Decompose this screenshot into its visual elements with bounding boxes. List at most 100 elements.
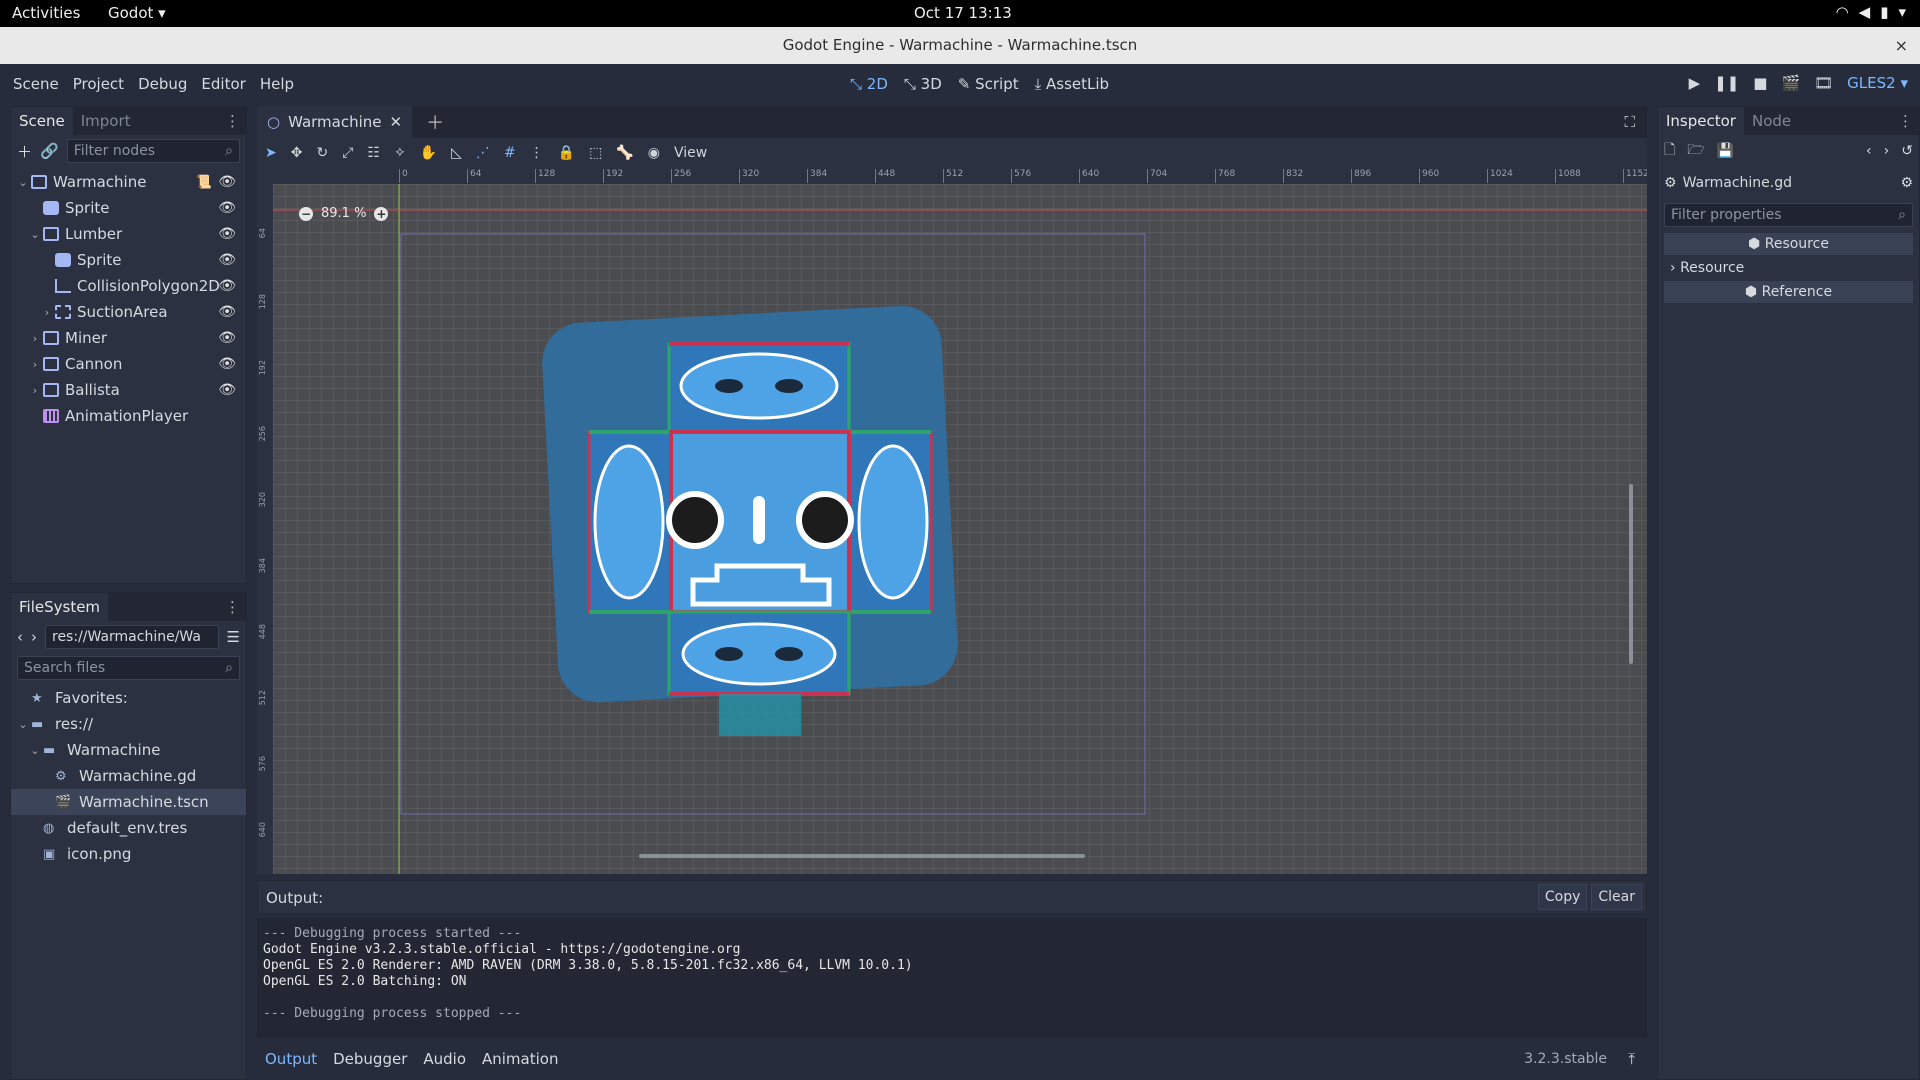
dock-menu-icon[interactable]: ⋮ [1898,112,1919,130]
tab-audio[interactable]: Audio [423,1050,466,1068]
history-forward-icon[interactable]: › [1884,143,1890,159]
inspector-section-header[interactable]: ⬢ Reference [1664,281,1913,303]
copy-button[interactable]: Copy [1537,884,1588,910]
smart-snap-icon[interactable]: ⋰ [476,145,490,161]
file-item[interactable]: 🎬 Warmachine.tscn [11,789,246,815]
visibility-eye-icon[interactable]: 👁 [218,382,236,398]
rotate-tool-icon[interactable]: ↻ [316,145,328,161]
search-files-input[interactable] [24,660,226,676]
history-icon[interactable]: ↺ [1901,143,1913,159]
dock-menu-icon[interactable]: ⋮ [225,112,246,130]
list-select-icon[interactable]: ☷ [367,145,380,161]
menu-scene[interactable]: Scene [6,75,66,93]
zoom-out-button[interactable]: − [299,206,313,221]
add-tab-icon[interactable]: ＋ [426,109,444,135]
renderer-select[interactable]: GLES2 ▾ [1847,74,1908,92]
filter-properties-field[interactable]: ⌕ [1664,203,1913,227]
new-resource-icon[interactable]: 🗋 [1664,139,1675,163]
output-log[interactable]: --- Debugging process started --- Godot E… [257,918,1647,1038]
view-menu[interactable]: View [674,145,707,161]
forward-icon[interactable]: › [31,628,37,646]
scene-node[interactable]: AnimationPlayer [11,403,246,429]
visibility-eye-icon[interactable]: 👁 [218,304,236,320]
grid-snap-icon[interactable]: # [504,145,516,161]
inspector-section-header[interactable]: ⬢ Resource [1664,233,1913,255]
add-node-icon[interactable]: ＋ [17,141,32,162]
mode-3d-button[interactable]: ⤡ 3D [904,75,942,93]
file-item[interactable]: ⌄ ▬ Warmachine [11,737,246,763]
back-icon[interactable]: ‹ [17,628,23,646]
expand-panel-icon[interactable]: ⤒ [1628,1050,1635,1068]
mode-2d-button[interactable]: ⤡ 2D [850,75,888,93]
menu-project[interactable]: Project [66,75,131,93]
scale-tool-icon[interactable]: ⤢ [342,145,353,161]
play-scene-icon[interactable]: 🎬 [1781,74,1800,92]
canvas-grid[interactable]: ✥ − 89.1 % + [273,184,1647,874]
scene-node[interactable]: Sprite 👁 [11,247,246,273]
search-files-field[interactable]: ⌕ [17,656,240,680]
visibility-eye-icon[interactable]: 👁 [218,174,236,190]
inspected-object-name[interactable]: Warmachine.gd [1683,175,1792,191]
toggle-split-icon[interactable]: ☰ [227,628,240,646]
scene-node[interactable]: › Ballista 👁 [11,377,246,403]
expand-arrow-icon[interactable]: ⌄ [17,718,29,731]
expand-arrow-icon[interactable]: ⌄ [29,228,41,241]
distraction-free-icon[interactable]: ⛶ [1624,113,1647,131]
inspector-property[interactable]: › Resource [1664,257,1913,279]
instance-scene-icon[interactable]: 🔗 [40,142,59,160]
dock-menu-icon[interactable]: ⋮ [225,598,246,616]
visibility-eye-icon[interactable]: 👁 [218,226,236,242]
file-item[interactable]: ◍ default_env.tres [11,815,246,841]
tab-scene[interactable]: Scene [11,107,73,135]
scene-node[interactable]: Sprite 👁 [11,195,246,221]
clock[interactable]: Oct 17 13:13 [914,4,1012,22]
expand-arrow-icon[interactable]: › [41,306,53,319]
menu-editor[interactable]: Editor [194,75,252,93]
move-tool-icon[interactable]: ✥ [291,145,303,161]
play-icon[interactable]: ▶ [1689,74,1701,92]
save-resource-icon[interactable]: 💾 [1717,143,1734,159]
group-icon[interactable]: ⬚ [589,145,602,161]
pause-icon[interactable]: ❚❚ [1714,74,1739,92]
scene-node[interactable]: ⌄ Warmachine 📜 👁 [11,169,246,195]
tab-inspector[interactable]: Inspector [1658,107,1744,135]
visibility-eye-icon[interactable]: 👁 [218,356,236,372]
activities-button[interactable]: Activities [12,4,80,22]
ruler-tool-icon[interactable]: ◺ [451,145,462,161]
app-menu[interactable]: Godot ▾ [108,4,166,22]
tab-debugger[interactable]: Debugger [333,1050,407,1068]
expand-arrow-icon[interactable]: ⌄ [29,744,41,757]
file-item[interactable]: ▣ icon.png [11,841,246,867]
object-properties-icon[interactable]: ⚙ [1900,175,1913,191]
scene-node[interactable]: ⌄ Lumber 👁 [11,221,246,247]
expand-arrow-icon[interactable]: › [29,358,41,371]
open-resource-icon[interactable]: 🗁 [1687,139,1704,163]
camera-icon[interactable]: ◉ [648,145,660,161]
play-custom-scene-icon[interactable]: 🎞 [1814,74,1833,92]
pivot-tool-icon[interactable]: ✧ [394,145,406,161]
path-field[interactable]: res://Warmachine/Wa [45,625,219,649]
skeleton-icon[interactable]: 🦴 [616,145,633,161]
mode-script-button[interactable]: ✎ Script [958,75,1019,93]
close-window-button[interactable]: × [1895,27,1908,64]
tab-output[interactable]: Output [265,1050,317,1068]
script-icon[interactable]: 📜 [196,175,212,190]
menu-help[interactable]: Help [253,75,301,93]
stop-icon[interactable]: ■ [1753,74,1767,92]
visibility-eye-icon[interactable]: 👁 [218,278,236,294]
zoom-in-button[interactable]: + [374,206,389,221]
scene-node[interactable]: CollisionPolygon2D 👁 [11,273,246,299]
filter-nodes-input[interactable] [73,143,226,159]
expand-arrow-icon[interactable]: › [29,332,41,345]
clear-button[interactable]: Clear [1591,884,1642,910]
tab-filesystem[interactable]: FileSystem [11,593,109,621]
file-item[interactable]: ⌄ ▬ res:// [11,711,246,737]
system-tray[interactable]: ◠ ◀ ▮ ▾ [1836,3,1906,21]
scene-node[interactable]: › Miner 👁 [11,325,246,351]
lock-icon[interactable]: 🔒 [558,145,575,161]
select-tool-icon[interactable]: ➤ [265,145,277,161]
tab-animation[interactable]: Animation [482,1050,558,1068]
close-tab-icon[interactable]: ✕ [390,106,403,138]
file-item[interactable]: ★ Favorites: [11,685,246,711]
pan-tool-icon[interactable]: ✋ [420,145,437,161]
